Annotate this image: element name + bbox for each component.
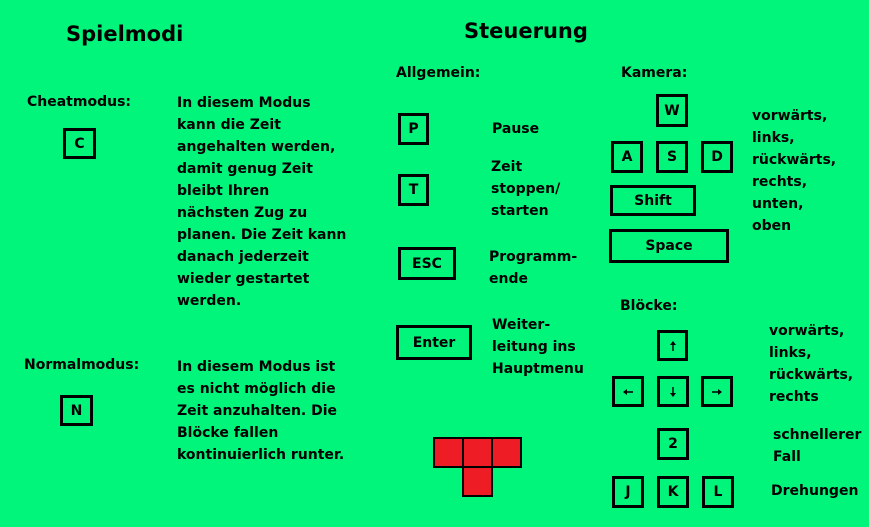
- arrow-right-icon: [712, 388, 722, 395]
- arrow-down-key[interactable]: [657, 376, 689, 407]
- arrow-up-icon: [669, 340, 676, 351]
- normalmodus-description: In diesem Modus ist es nicht möglich die…: [177, 359, 345, 463]
- arrow-up-key[interactable]: [657, 330, 688, 361]
- fast-fall-key[interactable]: 2: [657, 428, 689, 460]
- w-key[interactable]: W: [656, 94, 688, 127]
- t-block-cell: [433, 437, 464, 468]
- normal-key[interactable]: N: [60, 395, 93, 426]
- arrow-down-icon: [670, 386, 676, 397]
- bloecke-label: Blöcke:: [620, 298, 678, 314]
- kamera-label: Kamera:: [621, 65, 688, 81]
- arrow-left-icon: [623, 388, 633, 395]
- enter-text: Weiter- leitung ins Hauptmenu: [492, 317, 584, 377]
- cheatmodus-description: In diesem Modus kann die Zeit angehalten…: [177, 95, 347, 309]
- esc-key[interactable]: ESC: [398, 247, 456, 280]
- pause-key[interactable]: P: [398, 113, 429, 145]
- space-key[interactable]: Space: [609, 229, 729, 263]
- d-key[interactable]: D: [701, 141, 733, 173]
- rotation-text: Drehungen: [771, 483, 859, 499]
- fast-fall-text: schnellerer Fall: [773, 427, 862, 465]
- arrow-left-key[interactable]: [612, 376, 644, 407]
- allgemein-label: Allgemein:: [396, 65, 481, 81]
- cheatmodus-label: Cheatmodus:: [27, 94, 132, 110]
- s-key[interactable]: S: [656, 141, 688, 173]
- l-key[interactable]: L: [702, 476, 734, 508]
- arrow-right-key[interactable]: [701, 376, 733, 407]
- spielmodi-title: Spielmodi: [66, 22, 184, 46]
- a-key[interactable]: A: [611, 141, 643, 173]
- bloecke-move-text: vorwärts, links, rückwärts, rechts: [769, 323, 854, 405]
- esc-text: Programm- ende: [489, 249, 578, 287]
- steuerung-title: Steuerung: [464, 19, 588, 43]
- kamera-text: vorwärts, links, rückwärts, rechts, unte…: [752, 108, 837, 234]
- enter-key[interactable]: Enter: [396, 325, 472, 360]
- t-block-cell: [462, 466, 493, 497]
- j-key[interactable]: J: [612, 476, 644, 508]
- t-block-cell: [462, 437, 493, 468]
- time-key[interactable]: T: [398, 174, 429, 206]
- pause-text: Pause: [492, 121, 540, 137]
- cheat-key[interactable]: C: [63, 128, 96, 159]
- shift-key[interactable]: Shift: [610, 185, 696, 216]
- k-key[interactable]: K: [657, 476, 689, 508]
- time-text: Zeit stoppen/ starten: [491, 159, 561, 219]
- t-block-cell: [491, 437, 522, 468]
- normalmodus-label: Normalmodus:: [24, 357, 140, 373]
